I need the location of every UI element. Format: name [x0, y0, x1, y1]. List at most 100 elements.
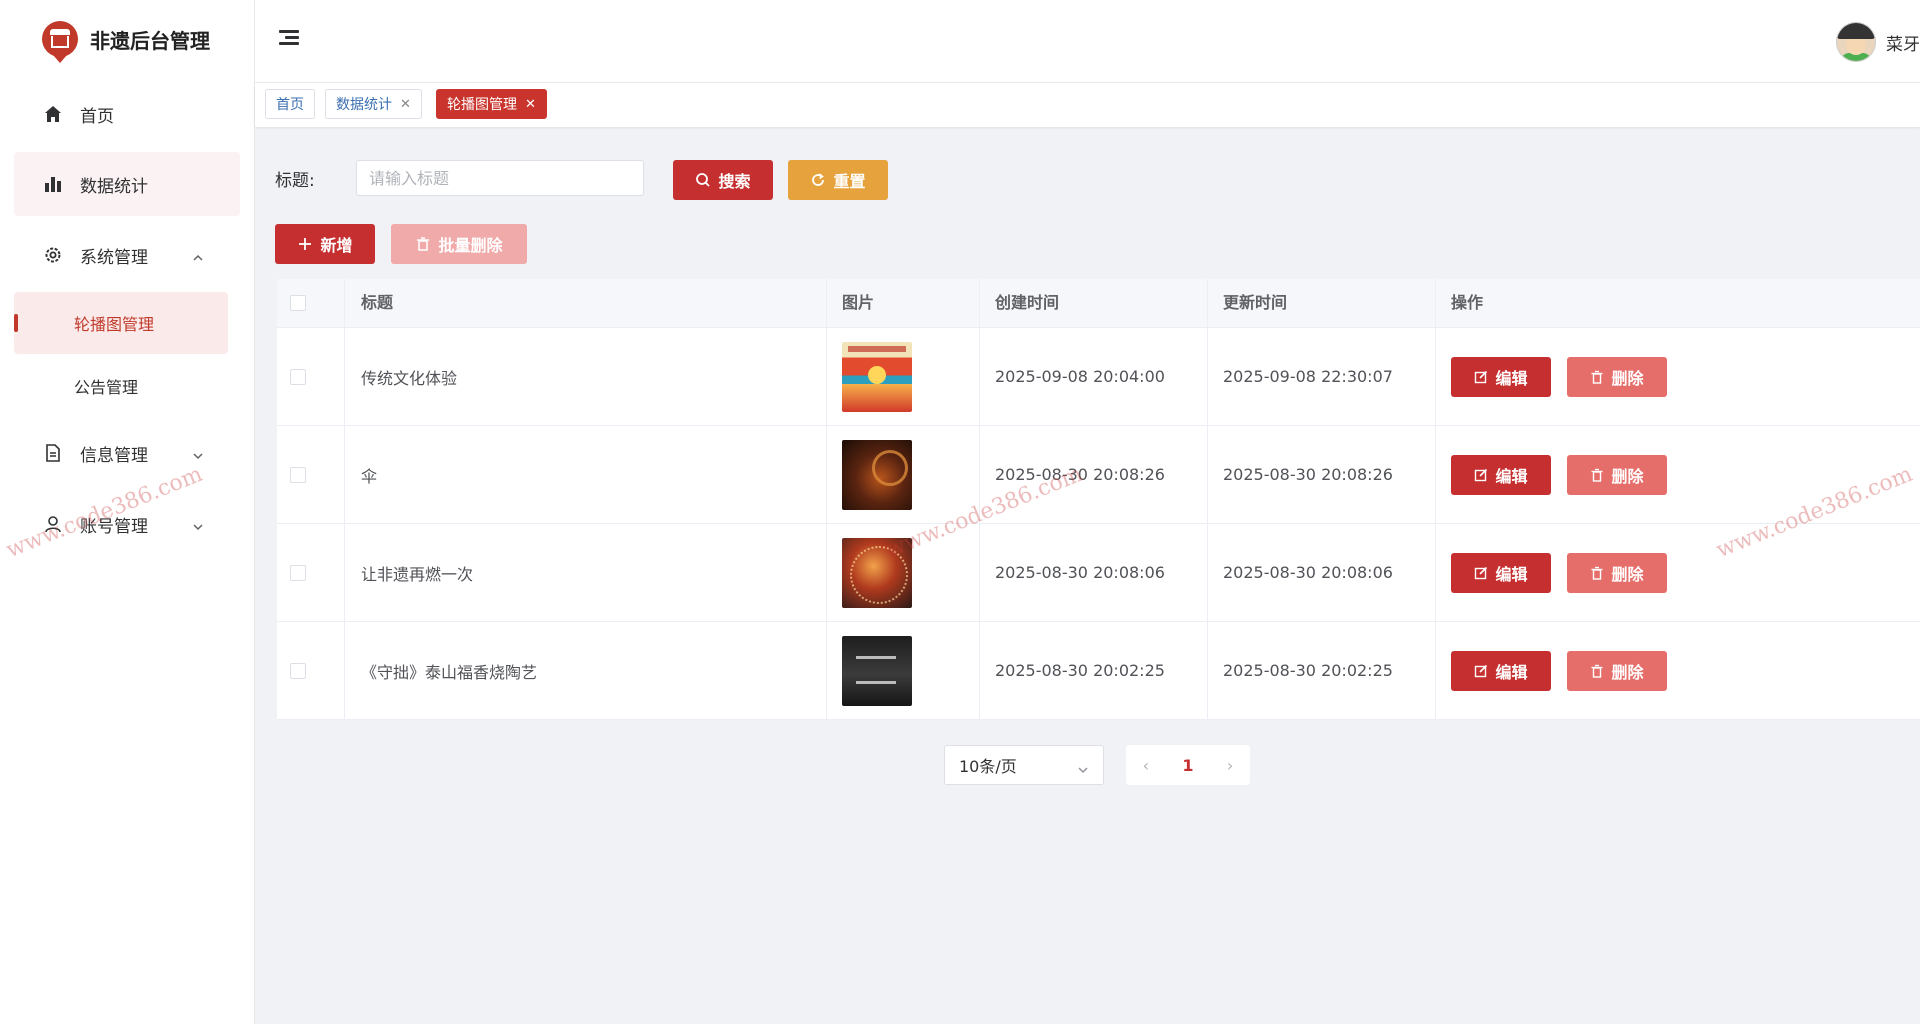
edit-button[interactable]: 编辑 — [1451, 552, 1551, 593]
delete-button[interactable]: 删除 — [1567, 650, 1667, 691]
search-button[interactable]: 搜索 — [673, 160, 773, 200]
sidebar-item-label: 信息管理 — [80, 445, 148, 466]
delete-button[interactable]: 删除 — [1567, 454, 1667, 495]
add-button-label: 新增 — [320, 236, 353, 255]
sidebar-subitem-label: 公告管理 — [74, 378, 139, 397]
batch-delete-button-label: 批量删除 — [438, 236, 503, 255]
pagination: ‹ 1 › — [1126, 745, 1250, 785]
sidebar-item-label: 首页 — [80, 106, 114, 127]
table-row: 《守拙》泰山福香烧陶艺 2025-08-30 20:02:25 2025-08-… — [277, 622, 1920, 720]
sidebar-item-home[interactable]: 首页 — [14, 82, 240, 146]
sidebar: 非遗后台管理 首页 数据统计 系统管理 轮播图管理 公告管理 信息管理 账号管理 — [0, 0, 255, 1024]
row-checkbox[interactable] — [290, 564, 306, 581]
edit-icon — [1474, 468, 1488, 482]
next-page-icon[interactable]: › — [1227, 756, 1233, 775]
plus-icon — [297, 236, 313, 252]
search-title-label: 标题: — [275, 171, 315, 191]
sidebar-item-system[interactable]: 系统管理 — [14, 223, 240, 287]
edit-icon — [1474, 566, 1488, 580]
row-updated-time: 2025-08-30 20:08:26 — [1223, 465, 1393, 484]
reset-button[interactable]: 重置 — [788, 160, 888, 200]
sidebar-subitem-announcement[interactable]: 公告管理 — [14, 355, 228, 417]
app-title: 非遗后台管理 — [90, 28, 210, 53]
table-row: 传统文化体验 2025-09-08 20:04:00 2025-09-08 22… — [277, 328, 1920, 426]
edit-button-label: 编辑 — [1495, 368, 1528, 388]
close-icon[interactable]: ✕ — [525, 97, 536, 112]
search-icon — [695, 172, 711, 188]
chevron-down-icon — [192, 518, 204, 538]
edit-icon — [1474, 664, 1488, 678]
banner-culture-thumbnail[interactable] — [842, 341, 912, 412]
banner-pottery-thumbnail[interactable] — [842, 635, 912, 706]
menu-toggle-icon[interactable] — [279, 30, 299, 48]
chevron-down-icon — [1077, 761, 1089, 780]
current-page[interactable]: 1 — [1182, 756, 1193, 775]
select-all-checkbox[interactable] — [290, 295, 306, 311]
column-header-updated: 更新时间 — [1223, 293, 1288, 312]
logo-icon — [42, 21, 78, 63]
sidebar-item-statistics[interactable]: 数据统计 — [14, 152, 240, 216]
prev-page-icon[interactable]: ‹ — [1143, 756, 1149, 775]
sidebar-item-label: 账号管理 — [80, 516, 148, 537]
tab-statistics[interactable]: 数据统计 ✕ — [325, 89, 422, 119]
edit-button-label: 编辑 — [1495, 662, 1528, 682]
user-menu[interactable]: 菜牙 — [1836, 22, 1920, 62]
delete-button-label: 删除 — [1611, 662, 1644, 682]
row-updated-time: 2025-09-08 22:30:07 — [1223, 367, 1393, 386]
edit-button[interactable]: 编辑 — [1451, 356, 1551, 397]
sidebar-item-info[interactable]: 信息管理 — [14, 421, 240, 485]
sidebar-item-label: 数据统计 — [80, 176, 148, 197]
add-button[interactable]: 新增 — [275, 224, 375, 264]
sidebar-item-account[interactable]: 账号管理 — [14, 492, 240, 556]
tab-label: 轮播图管理 — [447, 97, 517, 113]
delete-button-label: 删除 — [1611, 564, 1644, 584]
trash-icon — [1590, 468, 1604, 482]
sidebar-item-label: 系统管理 — [80, 247, 148, 268]
trash-icon — [415, 236, 431, 252]
reset-button-label: 重置 — [833, 172, 866, 191]
row-checkbox[interactable] — [290, 368, 306, 385]
column-header-title: 标题 — [361, 293, 394, 312]
user-icon — [42, 513, 64, 535]
delete-button[interactable]: 删除 — [1567, 356, 1667, 397]
batch-delete-button[interactable]: 批量删除 — [391, 224, 527, 264]
close-icon[interactable]: ✕ — [400, 97, 411, 112]
table-header: 标题 图片 创建时间 更新时间 操作 — [277, 279, 1920, 328]
row-updated-time: 2025-08-30 20:08:06 — [1223, 563, 1393, 582]
row-created-time: 2025-08-30 20:02:25 — [995, 661, 1165, 680]
home-icon — [42, 103, 64, 125]
chevron-up-icon — [192, 249, 204, 269]
refresh-icon — [810, 172, 826, 188]
row-title: 《守拙》泰山福香烧陶艺 — [361, 662, 538, 682]
column-header-actions: 操作 — [1451, 293, 1484, 312]
edit-button[interactable]: 编辑 — [1451, 650, 1551, 691]
row-created-time: 2025-09-08 20:04:00 — [995, 367, 1165, 386]
trash-icon — [1590, 370, 1604, 384]
banner-umbrella-thumbnail[interactable] — [842, 439, 912, 510]
row-updated-time: 2025-08-30 20:02:25 — [1223, 661, 1393, 680]
carousel-table: 标题 图片 创建时间 更新时间 操作 传统文化体验 2025-09-08 20:… — [277, 279, 1920, 720]
document-icon — [42, 442, 64, 464]
avatar — [1836, 22, 1876, 62]
row-title: 让非遗再燃一次 — [361, 564, 474, 584]
row-checkbox[interactable] — [290, 662, 306, 679]
delete-button[interactable]: 删除 — [1567, 552, 1667, 593]
tabs-bar: 首页 数据统计 ✕ 轮播图管理 ✕ — [255, 83, 1920, 127]
trash-icon — [1590, 566, 1604, 580]
sidebar-subitem-carousel[interactable]: 轮播图管理 — [14, 292, 228, 354]
tab-carousel[interactable]: 轮播图管理 ✕ — [436, 89, 547, 119]
tab-label: 首页 — [276, 97, 304, 113]
row-title: 伞 — [361, 466, 378, 486]
banner-fireworks-thumbnail[interactable] — [842, 537, 912, 608]
bar-chart-icon — [42, 173, 64, 195]
tab-home[interactable]: 首页 — [265, 89, 315, 119]
edit-button[interactable]: 编辑 — [1451, 454, 1551, 495]
delete-button-label: 删除 — [1611, 466, 1644, 486]
edit-button-label: 编辑 — [1495, 466, 1528, 486]
search-input[interactable] — [356, 160, 644, 196]
table-row: 让非遗再燃一次 2025-08-30 20:08:06 2025-08-30 2… — [277, 524, 1920, 622]
row-checkbox[interactable] — [290, 466, 306, 483]
delete-button-label: 删除 — [1611, 368, 1644, 388]
row-created-time: 2025-08-30 20:08:26 — [995, 465, 1165, 484]
page-size-select[interactable]: 10条/页 — [944, 745, 1104, 785]
